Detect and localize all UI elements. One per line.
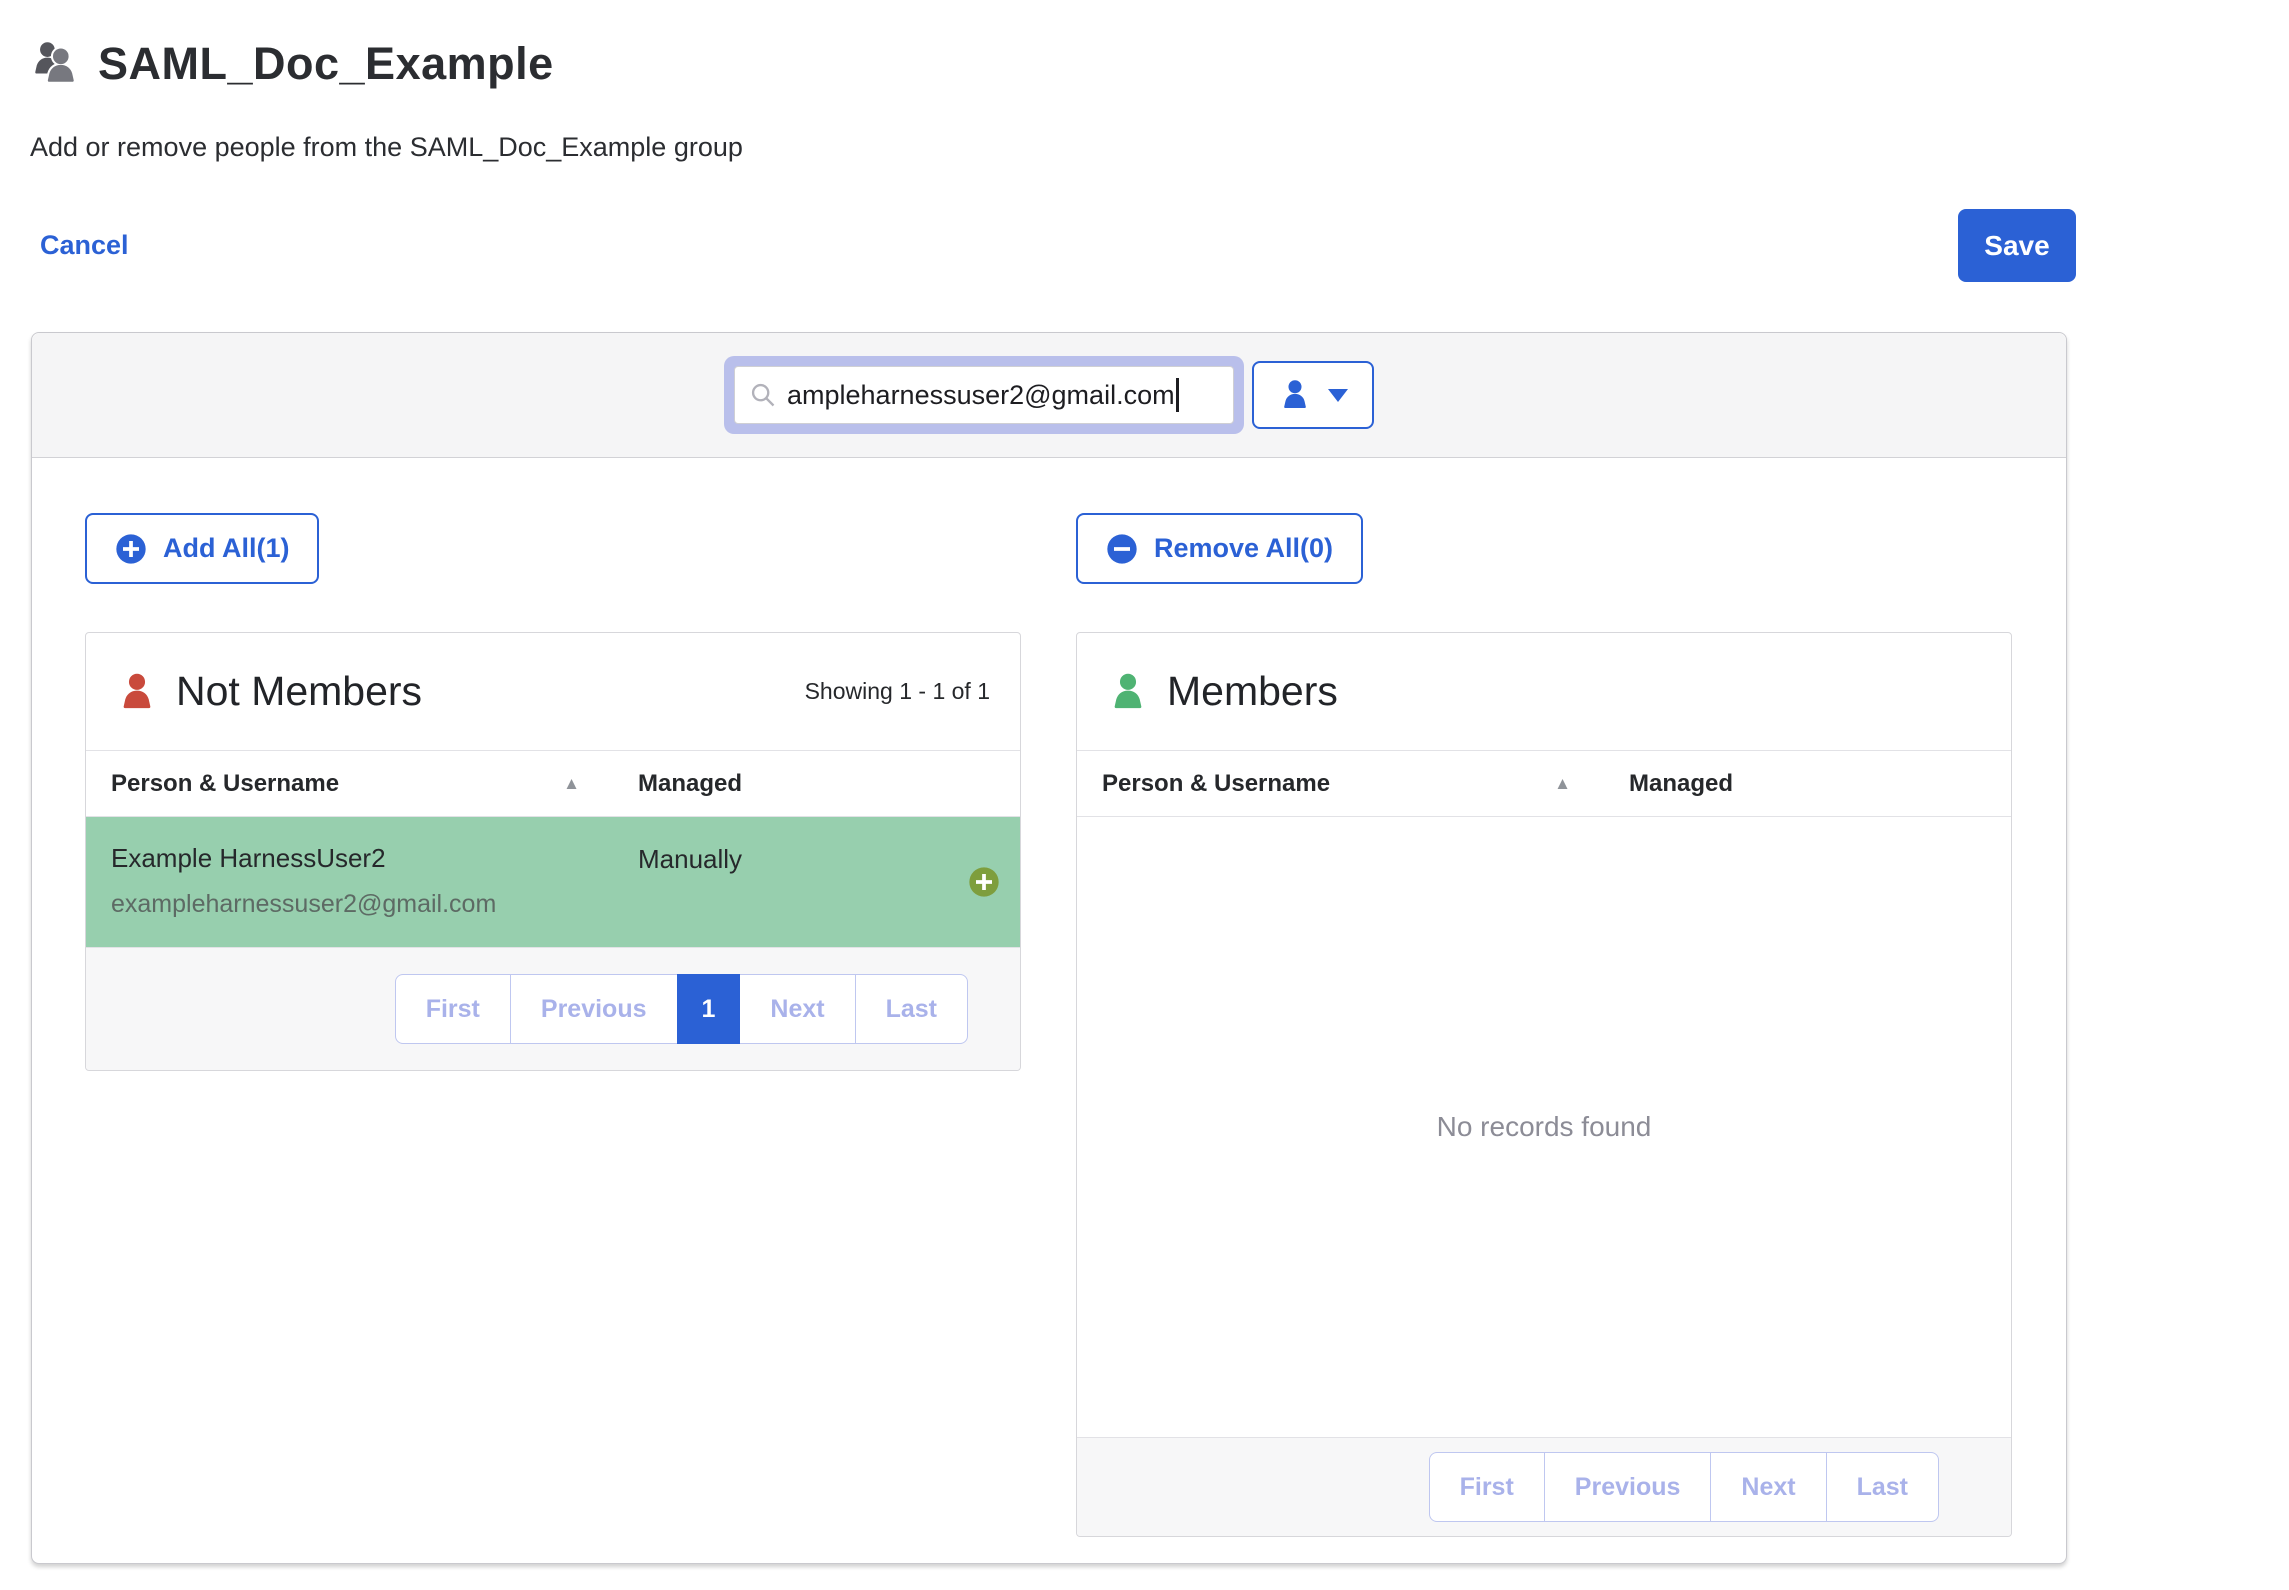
text-caret	[1176, 378, 1179, 412]
page-header: SAML_Doc_Example Add or remove people fr…	[0, 0, 2289, 282]
search-input-value: ampleharnessuser2@gmail.com	[787, 380, 1175, 411]
not-members-footer: First Previous 1 Next Last	[86, 947, 1020, 1070]
remove-all-button[interactable]: Remove All(0)	[1076, 513, 1363, 584]
not-members-column: Add All(1) Not Members Showing 1 - 1 of …	[85, 513, 1021, 1537]
page-subtitle: Add or remove people from the SAML_Doc_E…	[30, 132, 2289, 163]
add-person-icon	[968, 866, 1000, 898]
remove-all-label: Remove All(0)	[1154, 533, 1333, 564]
column-header-managed[interactable]: Managed	[1629, 770, 2011, 798]
pagination-next-button[interactable]: Next	[739, 974, 855, 1044]
chevron-down-icon	[1328, 389, 1348, 402]
members-footer: First Previous Next Last	[1077, 1437, 2011, 1536]
not-members-title: Not Members	[176, 668, 422, 715]
members-table-header: Person & Username ▲ Managed	[1077, 750, 2011, 817]
search-focus-ring: ampleharnessuser2@gmail.com	[724, 356, 1244, 434]
person-name: Example HarnessUser2	[111, 843, 638, 874]
person-username: exampleharnessuser2@gmail.com	[111, 890, 638, 919]
page-title: SAML_Doc_Example	[98, 38, 554, 90]
pagination-last-button[interactable]: Last	[1826, 1452, 1939, 1522]
not-members-pagination: First Previous 1 Next Last	[395, 974, 968, 1044]
pagination-first-button[interactable]: First	[1429, 1452, 1545, 1522]
not-members-panel: Not Members Showing 1 - 1 of 1 Person & …	[85, 632, 1021, 1071]
sort-ascending-icon: ▲	[1554, 774, 1571, 794]
cancel-link[interactable]: Cancel	[40, 230, 129, 261]
table-row[interactable]: Example HarnessUser2 exampleharnessuser2…	[86, 817, 1020, 947]
showing-count: Showing 1 - 1 of 1	[805, 678, 990, 705]
members-pagination: First Previous Next Last	[1429, 1452, 1939, 1522]
group-icon	[30, 42, 82, 86]
search-section: ampleharnessuser2@gmail.com	[32, 333, 2066, 458]
column-header-person-username[interactable]: Person & Username ▲	[86, 770, 638, 798]
members-title: Members	[1167, 668, 1338, 715]
pagination-previous-button[interactable]: Previous	[1544, 1452, 1712, 1522]
members-icon	[1107, 671, 1149, 713]
pagination-page-1-button[interactable]: 1	[677, 974, 741, 1044]
pagination-first-button[interactable]: First	[395, 974, 511, 1044]
add-person-button[interactable]	[968, 866, 1000, 898]
search-type-dropdown[interactable]	[1252, 361, 1374, 429]
pagination-last-button[interactable]: Last	[855, 974, 968, 1044]
members-panel: Members Person & Username ▲ Managed No r…	[1076, 632, 2012, 1537]
members-column: Remove All(0) Members Person & Username …	[1076, 513, 2012, 1537]
no-records-text: No records found	[1437, 1111, 1652, 1143]
pagination-next-button[interactable]: Next	[1710, 1452, 1826, 1522]
save-button[interactable]: Save	[1958, 209, 2076, 282]
person-icon	[1278, 378, 1312, 412]
search-input[interactable]: ampleharnessuser2@gmail.com	[734, 366, 1234, 424]
plus-circle-icon	[115, 533, 147, 565]
search-icon	[749, 381, 777, 409]
column-header-managed[interactable]: Managed	[638, 770, 1020, 798]
add-all-label: Add All(1)	[163, 533, 289, 564]
empty-state: No records found	[1077, 817, 2011, 1437]
pagination-previous-button[interactable]: Previous	[510, 974, 678, 1044]
managed-cell: Manually	[638, 843, 742, 875]
person-username-cell: Example HarnessUser2 exampleharnessuser2…	[86, 843, 638, 919]
sort-ascending-icon: ▲	[563, 774, 580, 794]
not-members-table-header: Person & Username ▲ Managed	[86, 750, 1020, 817]
group-membership-panel: ampleharnessuser2@gmail.com Add All(1)	[31, 332, 2067, 1564]
not-members-icon	[116, 671, 158, 713]
column-header-person-username[interactable]: Person & Username ▲	[1077, 770, 1629, 798]
add-all-button[interactable]: Add All(1)	[85, 513, 319, 584]
minus-circle-icon	[1106, 533, 1138, 565]
